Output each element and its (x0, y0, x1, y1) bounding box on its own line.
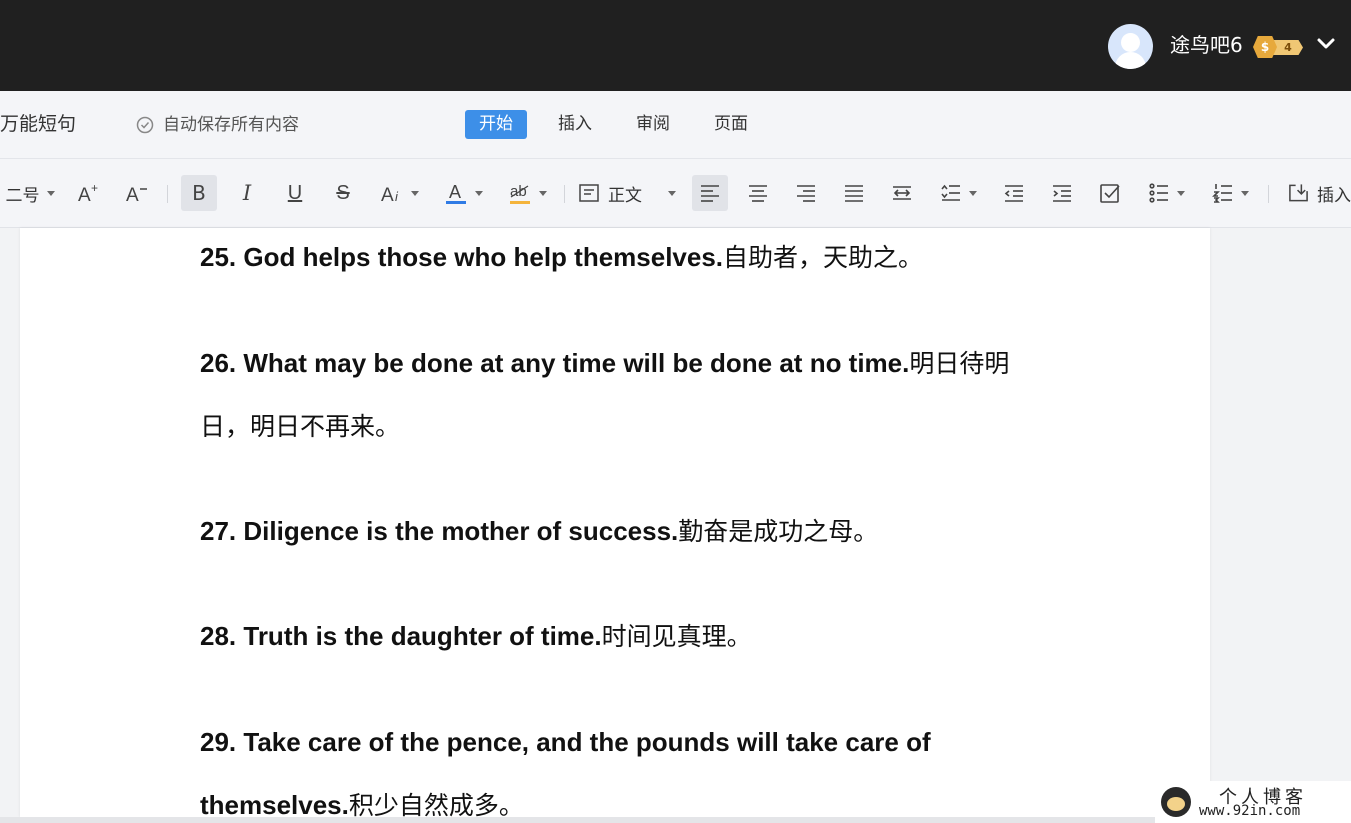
numbered-list-icon (1211, 184, 1232, 203)
badge-coin: $ (1253, 36, 1277, 58)
bold-icon: B (192, 181, 206, 205)
tab-insert[interactable]: 插入 (558, 110, 592, 139)
chevron-down-icon[interactable] (1316, 36, 1336, 52)
insert-button[interactable]: 插入 (1282, 175, 1351, 211)
paragraph-28[interactable]: 28. Truth is the daughter of time.时间见真理。 (200, 605, 1040, 668)
insert-icon (1289, 184, 1308, 202)
decrease-indent-button[interactable] (996, 175, 1032, 211)
watermark: 个人博客 www.92in.com (1155, 781, 1351, 823)
distributed-align-icon (893, 186, 911, 200)
paragraph-chinese: 自助者，天助之。 (723, 243, 924, 272)
document-title[interactable]: 万能短句 (0, 112, 76, 136)
svg-text:A: A (449, 182, 461, 202)
underline-icon: U (287, 181, 303, 204)
line-spacing-button[interactable] (932, 175, 984, 211)
numbered-list-button[interactable] (1204, 175, 1256, 211)
paragraph-chinese: 积少自然成多。 (348, 791, 524, 817)
align-left-icon (701, 185, 719, 202)
svg-text:i: i (395, 189, 399, 204)
italic-button[interactable]: I (229, 175, 265, 211)
font-color-icon: A (445, 182, 466, 204)
justify-button[interactable] (836, 175, 872, 211)
svg-text:A: A (381, 185, 394, 204)
highlight-icon: ab (509, 183, 530, 204)
increase-font-button[interactable]: A + (70, 175, 108, 211)
font-effects-button[interactable]: Ai (373, 175, 425, 211)
document-page[interactable]: 25. God helps those who help themselves.… (20, 228, 1210, 817)
paragraph-style-icon (579, 184, 599, 202)
justify-icon (845, 185, 863, 202)
font-decrease-icon: A (126, 185, 147, 204)
checkbox-icon (1100, 184, 1120, 203)
page-bottom-edge (0, 817, 1351, 823)
tab-start[interactable]: 开始 (465, 110, 527, 139)
paragraph-26[interactable]: 26. What may be done at any time will be… (200, 332, 1040, 458)
italic-icon: I (242, 181, 252, 205)
paragraph-style-value: 正文 (608, 185, 642, 206)
username[interactable]: 途鸟吧6 (1170, 32, 1243, 58)
menu-bar: 万能短句 自动保存所有内容 开始 插入 审阅 页面 (0, 91, 1351, 159)
outdent-icon (1004, 185, 1023, 202)
user-avatar[interactable] (1108, 24, 1153, 69)
bullet-list-button[interactable] (1140, 175, 1192, 211)
svg-text:+: + (91, 182, 98, 195)
increase-indent-button[interactable] (1044, 175, 1080, 211)
paragraph-english: 25. God helps those who help themselves. (200, 242, 724, 272)
svg-text:A: A (126, 185, 139, 204)
bullet-list-icon (1148, 183, 1168, 203)
paragraph-29[interactable]: 29. Take care of the pence, and the poun… (200, 711, 1040, 817)
watermark-url: www.92in.com (1199, 803, 1301, 819)
vip-badge: 4 $ (1253, 36, 1303, 58)
insert-label: 插入 (1317, 185, 1351, 206)
paragraph-english: 27. Diligence is the mother of success. (200, 516, 679, 546)
tab-review[interactable]: 审阅 (636, 110, 670, 139)
indent-icon (1053, 185, 1071, 202)
align-center-icon (749, 185, 767, 202)
paragraph-english: 26. What may be done at any time will be… (200, 348, 910, 378)
align-left-button[interactable] (692, 175, 728, 211)
font-color-button[interactable]: A (437, 175, 489, 211)
badge-level: 4 (1273, 40, 1303, 55)
align-right-icon (797, 185, 815, 202)
distributed-align-button[interactable] (884, 175, 920, 211)
checklist-button[interactable] (1092, 175, 1128, 211)
decrease-font-button[interactable]: A (118, 175, 156, 211)
font-effects-icon: Ai (381, 185, 399, 204)
font-size-value: 二号 (5, 185, 40, 206)
line-spacing-icon (940, 184, 960, 201)
autosave-label: 自动保存所有内容 (163, 115, 299, 135)
paragraph-27[interactable]: 27. Diligence is the mother of success.勤… (200, 500, 1040, 563)
check-circle-icon (136, 116, 154, 134)
paragraph-english: 29. Take care of the pence, and the poun… (200, 727, 931, 817)
autosave-status: 自动保存所有内容 (136, 114, 299, 136)
bold-button[interactable]: B (181, 175, 217, 211)
svg-text:A: A (78, 185, 91, 204)
formatting-toolbar: 二号 A+ A B I U S Ai A ab 正文 (0, 159, 1351, 228)
tab-page[interactable]: 页面 (714, 110, 748, 139)
paragraph-english: 28. Truth is the daughter of time. (200, 621, 602, 651)
watermark-logo-icon (1161, 787, 1191, 817)
highlight-color-button[interactable]: ab (501, 175, 553, 211)
paragraph-25[interactable]: 25. God helps those who help themselves.… (200, 228, 1040, 289)
strikethrough-icon: S (336, 181, 350, 204)
font-size-select[interactable]: 二号 (0, 175, 60, 211)
align-center-button[interactable] (740, 175, 776, 211)
align-right-button[interactable] (788, 175, 824, 211)
paragraph-chinese: 时间见真理。 (601, 622, 752, 651)
strikethrough-button[interactable]: S (325, 175, 361, 211)
underline-button[interactable]: U (277, 175, 313, 211)
top-bar: 途鸟吧6 4 $ (0, 0, 1351, 91)
paragraph-style-select[interactable]: 正文 (578, 175, 682, 211)
font-increase-icon: A + (78, 182, 98, 204)
paragraph-chinese: 勤奋是成功之母。 (678, 517, 879, 546)
